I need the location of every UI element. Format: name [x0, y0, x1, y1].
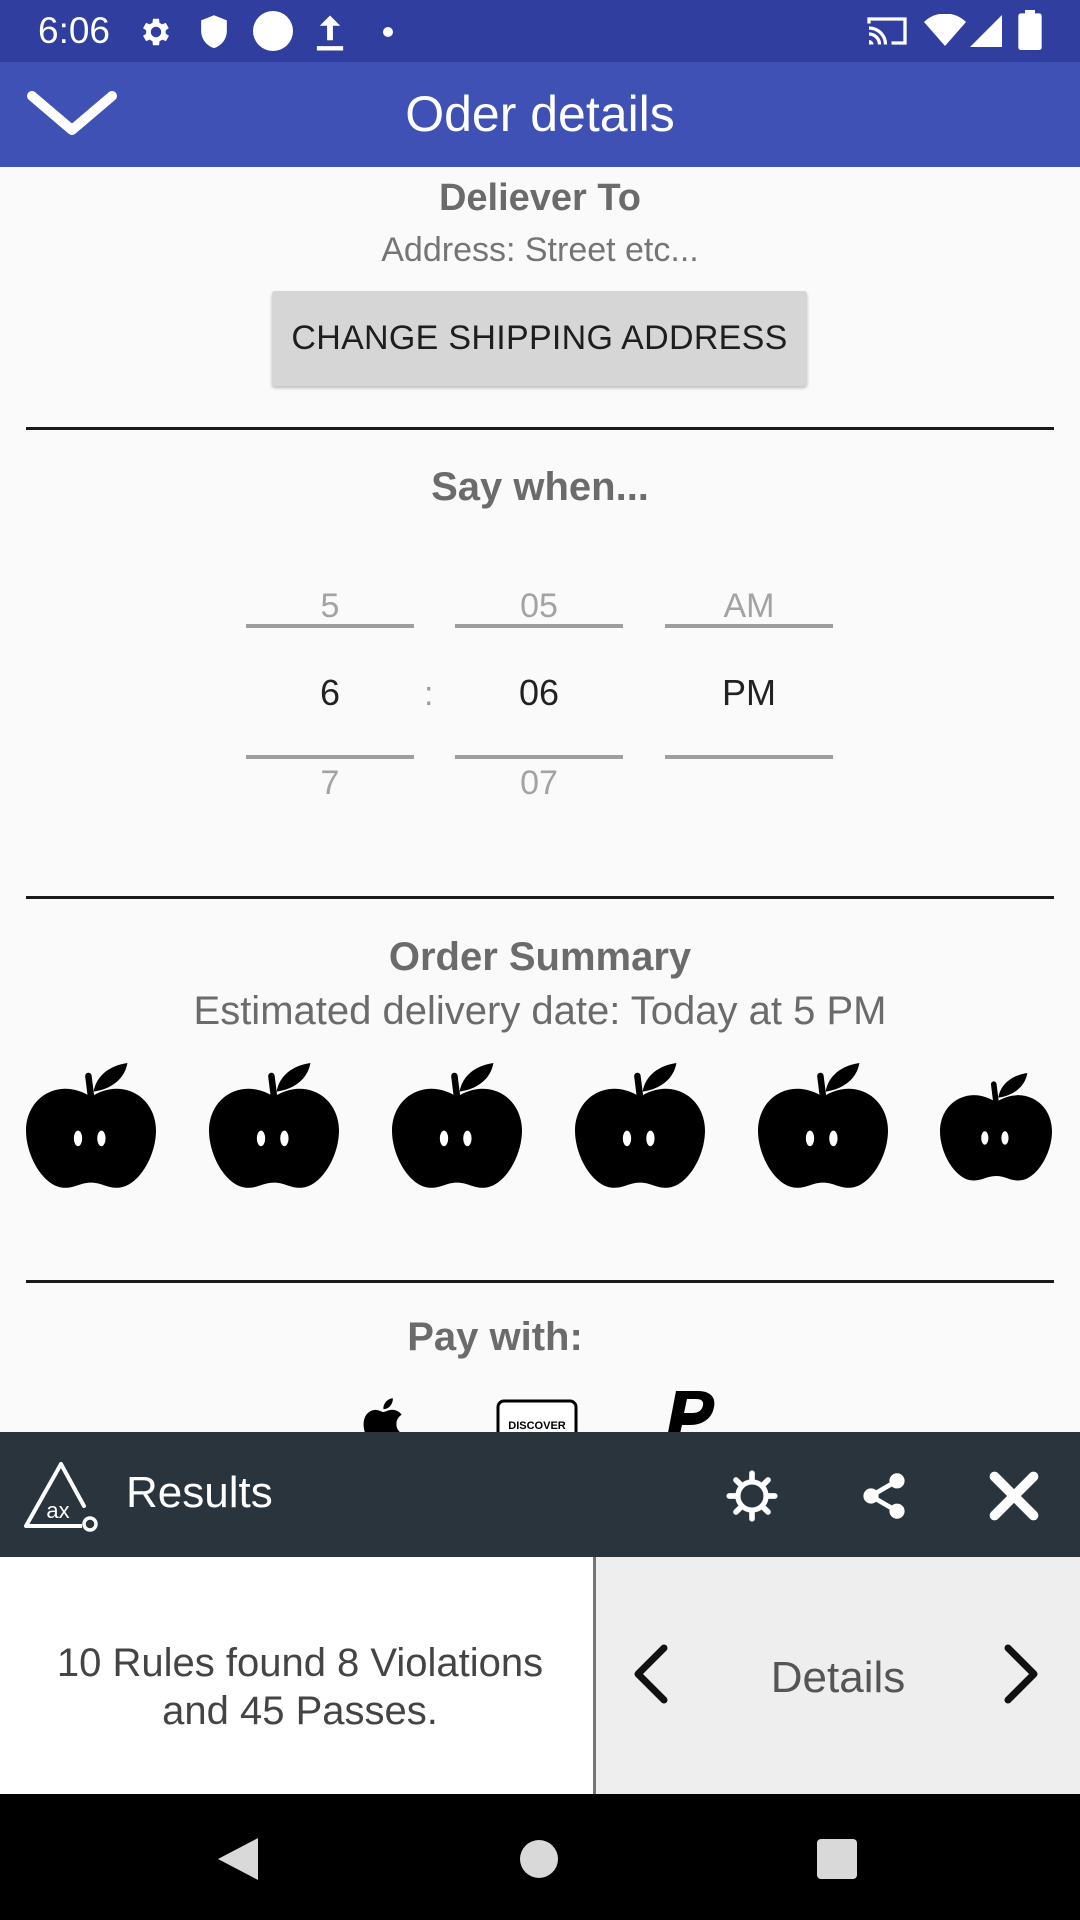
svg-text:ax: ax: [46, 1498, 69, 1523]
recents-icon[interactable]: [816, 1838, 858, 1880]
apple-icon: [26, 1063, 156, 1188]
order-summary-heading: Order Summary: [388, 935, 692, 979]
chevron-right-icon[interactable]: [1000, 1642, 1044, 1706]
apple-icon: [209, 1063, 339, 1188]
results-title: Results: [126, 1468, 273, 1517]
picker-line: [246, 624, 414, 628]
time-separator: :: [424, 675, 434, 713]
share-icon[interactable]: [858, 1470, 910, 1522]
picker-line: [246, 755, 414, 759]
order-details-content[interactable]: Deliever To Address: Street etc... CHANG…: [0, 167, 1080, 1432]
system-navigation-bar: [0, 1794, 1080, 1920]
pay-with-heading: Pay with:: [407, 1315, 583, 1359]
close-icon[interactable]: [988, 1470, 1040, 1522]
apple-icon: [940, 1073, 1052, 1181]
apple-icon: [575, 1063, 705, 1188]
shipping-address-text: Address: Street etc...: [381, 231, 699, 269]
signal-icon: [970, 15, 1002, 47]
hour-prev-value[interactable]: 5: [246, 587, 414, 626]
picker-line: [455, 755, 623, 759]
cast-icon: [867, 17, 907, 45]
estimated-delivery-date: Estimated delivery date: Today at 5 PM: [193, 989, 887, 1033]
app-bar: Oder details: [0, 62, 1080, 167]
circle-icon: [253, 11, 293, 51]
settings-icon: [143, 18, 169, 46]
svg-text:DISCOVER: DISCOVER: [508, 1420, 566, 1432]
hour-current-value[interactable]: 6: [246, 672, 414, 714]
details-panel[interactable]: Details: [596, 1557, 1080, 1794]
picker-line: [665, 624, 833, 628]
change-shipping-address-button[interactable]: CHANGE SHIPPING ADDRESS: [272, 291, 807, 386]
battery-icon: [1018, 10, 1042, 50]
divider: [26, 896, 1054, 899]
minute-next-value[interactable]: 07: [455, 764, 623, 803]
upload-icon: [316, 15, 344, 51]
status-time: 6:06: [38, 10, 111, 51]
ampm-current-value[interactable]: PM: [665, 672, 833, 714]
page-title: Oder details: [405, 86, 675, 142]
results-summary-panel: 10 Rules found 8 Violations and 45 Passe…: [0, 1557, 596, 1794]
home-icon[interactable]: [518, 1838, 560, 1880]
divider: [26, 427, 1054, 430]
ampm-picker[interactable]: AM PM: [665, 567, 833, 827]
time-picker-heading: Say when...: [431, 465, 649, 509]
settings-icon[interactable]: [726, 1470, 778, 1522]
status-bar: 6:06: [0, 0, 1080, 62]
apple-icon: [758, 1063, 888, 1188]
minute-picker[interactable]: 05 06 07: [455, 567, 623, 827]
minute-current-value[interactable]: 06: [455, 672, 623, 714]
hour-picker[interactable]: 5 6 7: [246, 567, 414, 827]
picker-line: [665, 755, 833, 759]
discover-card-icon[interactable]: DISCOVER: [496, 1399, 578, 1432]
results-summary-text: 10 Rules found 8 Violations and 45 Passe…: [56, 1641, 544, 1733]
divider: [26, 1280, 1054, 1283]
ampm-prev-value[interactable]: AM: [665, 587, 833, 626]
minute-prev-value[interactable]: 05: [455, 587, 623, 626]
shield-icon: [201, 15, 227, 49]
dot-icon: [383, 27, 393, 37]
paypal-icon[interactable]: [654, 1387, 726, 1432]
apple-pay-icon[interactable]: [362, 1392, 412, 1432]
back-icon[interactable]: [214, 1834, 262, 1884]
apple-icon: [392, 1063, 522, 1188]
picker-line: [455, 624, 623, 628]
results-toolbar: ax Results: [0, 1432, 1080, 1557]
deliver-to-heading: Deliever To: [438, 177, 642, 219]
wifi-icon: [924, 14, 966, 46]
hour-next-value[interactable]: 7: [246, 764, 414, 803]
axe-logo-icon: ax: [24, 1462, 98, 1532]
